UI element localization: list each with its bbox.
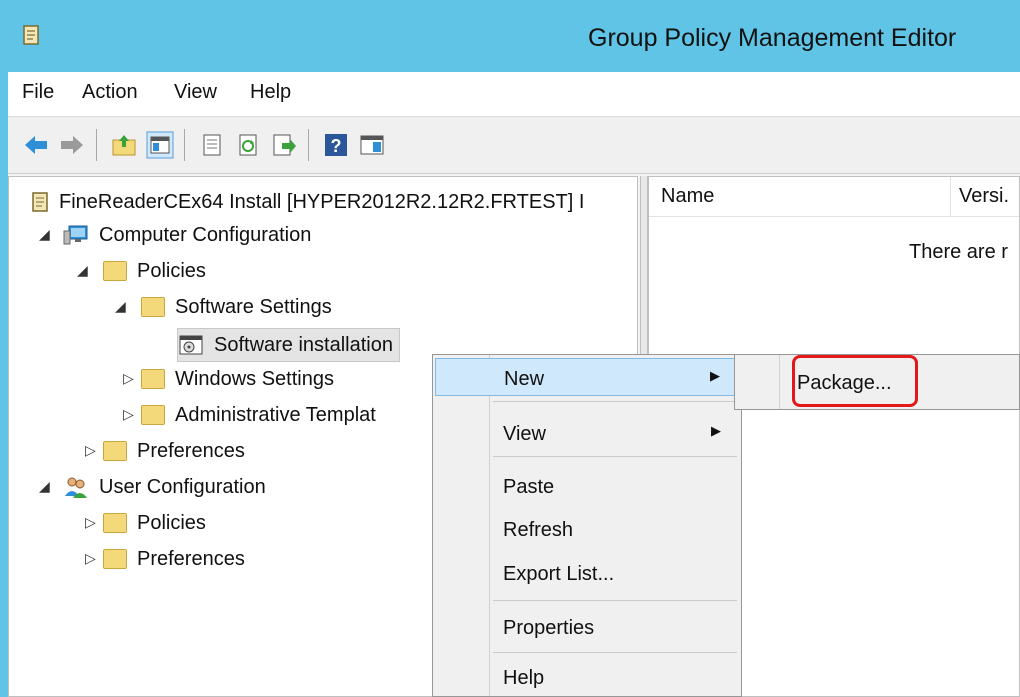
tree-item-label: Preferences [137, 547, 245, 570]
tree-item-computer-configuration[interactable]: Computer Configuration [63, 220, 311, 250]
highlight-callout [792, 355, 918, 407]
tree-item-label: Policies [137, 511, 206, 534]
empty-list-message: There are r [909, 241, 1008, 263]
menu-item-new[interactable]: New ▶ [435, 358, 739, 396]
menu-item-export-list[interactable]: Export List... [435, 554, 739, 592]
expand-arrow-icon[interactable]: ▷ [123, 370, 134, 387]
folder-icon [141, 297, 165, 317]
tree-item-label: Computer Configuration [99, 223, 312, 246]
tree-item-label: Software Settings [175, 295, 332, 318]
menu-file[interactable]: File [22, 81, 54, 104]
folder-icon [103, 549, 127, 569]
tree-item-software-installation[interactable]: Software installation [177, 328, 400, 362]
export-list-icon[interactable] [270, 131, 298, 159]
tree-item-label: User Configuration [99, 475, 266, 498]
menu-item-label: Paste [503, 476, 555, 498]
window-title: Group Policy Management Editor [588, 24, 957, 52]
forward-icon[interactable] [58, 131, 86, 159]
show-action-pane-icon[interactable] [358, 131, 386, 159]
tree-item-label: Preferences [137, 439, 245, 462]
toolbar-separator [184, 129, 185, 161]
back-icon[interactable] [22, 131, 50, 159]
submenu-arrow-icon: ▶ [711, 423, 721, 438]
properties-icon[interactable] [198, 131, 226, 159]
submenu-arrow-icon: ▶ [710, 368, 720, 383]
show-hide-tree-icon[interactable] [146, 131, 174, 159]
tree-item-label: Software installation [214, 333, 393, 356]
title-bar: Group Policy Management Editor [0, 0, 1020, 72]
expand-arrow-icon[interactable]: ▷ [85, 442, 96, 459]
menu-gutter [779, 355, 780, 409]
menu-item-label: View [503, 423, 546, 445]
collapse-arrow-icon[interactable]: ◢ [115, 298, 126, 315]
menu-action[interactable]: Action [82, 81, 138, 104]
app-window: Group Policy Management Editor File Acti… [0, 0, 1020, 697]
column-header-version[interactable]: Versi. [951, 177, 1019, 217]
menu-item-paste[interactable]: Paste [435, 467, 739, 505]
tree-item-label: Windows Settings [175, 367, 334, 390]
tree-item-label: Policies [137, 259, 206, 282]
users-icon [65, 477, 87, 498]
menu-item-refresh[interactable]: Refresh [435, 510, 739, 548]
menu-separator [493, 600, 737, 601]
folder-icon [141, 405, 165, 425]
help-icon[interactable]: ? [322, 131, 350, 159]
toolbar: ? [8, 117, 1020, 174]
toolbar-separator [96, 129, 97, 161]
collapse-arrow-icon[interactable]: ◢ [77, 262, 88, 279]
tree-item-user-preferences[interactable]: Preferences [103, 544, 245, 574]
menu-item-label: Refresh [503, 519, 574, 541]
collapse-arrow-icon[interactable]: ◢ [39, 478, 50, 495]
menu-separator [493, 401, 737, 402]
folder-icon [103, 261, 127, 281]
tree-item-administrative-templates[interactable]: Administrative Templat [141, 400, 376, 430]
up-folder-icon[interactable] [110, 131, 138, 159]
menu-help[interactable]: Help [250, 81, 291, 104]
menu-item-label: Help [503, 667, 545, 689]
menu-item-help[interactable]: Help [435, 658, 739, 696]
collapse-arrow-icon[interactable]: ◢ [39, 226, 50, 243]
menu-item-properties[interactable]: Properties [435, 608, 739, 646]
tree-item-label: Administrative Templat [175, 403, 376, 426]
column-header-name[interactable]: Name [649, 177, 951, 217]
tree-item-policies[interactable]: Policies [103, 256, 206, 286]
expand-arrow-icon[interactable]: ▷ [123, 406, 134, 423]
tree-item-user-configuration[interactable]: User Configuration [63, 472, 266, 502]
menu-view[interactable]: View [174, 81, 217, 104]
folder-icon [103, 513, 127, 533]
expand-arrow-icon[interactable]: ▷ [85, 514, 96, 531]
gpo-scroll-icon [23, 25, 39, 45]
menu-item-label: Properties [503, 617, 595, 639]
tree-item-software-settings[interactable]: Software Settings [141, 292, 332, 322]
context-menu: New ▶ View ▶ Paste Refresh Export List..… [432, 354, 742, 697]
menu-item-view[interactable]: View ▶ [435, 414, 739, 452]
tree-item-windows-settings[interactable]: Windows Settings [141, 364, 334, 394]
menu-separator [493, 652, 737, 653]
tree-item-preferences[interactable]: Preferences [103, 436, 245, 466]
folder-icon [141, 369, 165, 389]
toolbar-separator [308, 129, 309, 161]
computer-icon [63, 225, 88, 245]
refresh-icon[interactable] [234, 131, 262, 159]
software-installation-icon [179, 335, 203, 355]
folder-icon [103, 441, 127, 461]
tree-item-user-policies[interactable]: Policies [103, 508, 206, 538]
svg-text:?: ? [331, 136, 342, 156]
expand-arrow-icon[interactable]: ▷ [85, 550, 96, 567]
menu-item-label: New [504, 368, 545, 390]
tree-root-label: FineReaderCEx64 Install [HYPER2012R2.12R… [59, 190, 585, 213]
tree-root[interactable]: FineReaderCEx64 Install [HYPER2012R2.12R… [31, 187, 584, 217]
menu-item-label: Export List... [503, 563, 615, 585]
menu-separator [493, 456, 737, 457]
gpo-scroll-icon [32, 192, 48, 212]
column-header-label: Versi. [959, 185, 1010, 207]
menu-bar: File Action View Help [8, 72, 1020, 117]
column-header-label: Name [661, 185, 715, 207]
